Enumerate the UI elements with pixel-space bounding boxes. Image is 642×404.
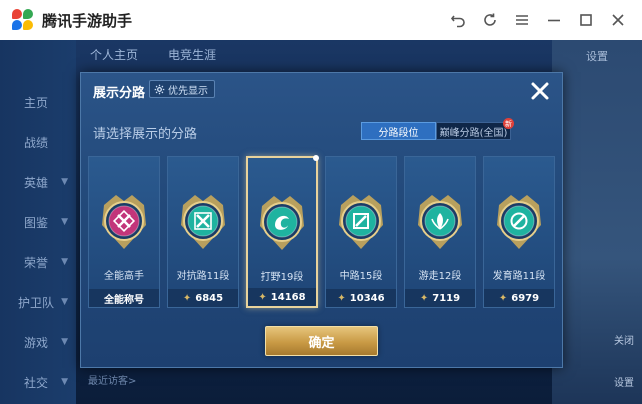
tab-profile[interactable]: 个人主页 xyxy=(90,46,138,63)
nav-label: 社交 xyxy=(24,375,49,390)
nav-label: 荣誉 xyxy=(24,255,49,270)
chevron-down-icon: ▼ xyxy=(61,177,68,187)
refresh-button[interactable] xyxy=(474,4,506,36)
maximize-icon xyxy=(580,14,592,26)
priority-display-button[interactable]: 优先显示 xyxy=(149,80,215,98)
window-titlebar: 腾讯手游助手 xyxy=(0,0,642,40)
chevron-down-icon: ▼ xyxy=(61,217,68,227)
dialog-subtitle: 请选择展示的分路 xyxy=(93,127,198,142)
card-mid-lane[interactable]: 中路15段 ✦ 10346 xyxy=(325,156,397,308)
lane-score: ✦ 14168 xyxy=(248,288,316,306)
rank-star-icon: ✦ xyxy=(258,291,267,303)
close-icon xyxy=(531,82,549,100)
rank-star-icon: ✦ xyxy=(419,292,429,304)
background-visitor-hint: 最近访客> xyxy=(88,376,137,387)
background-setting-label[interactable]: 设置 xyxy=(586,48,608,64)
lane-score-value: 6979 xyxy=(511,292,540,304)
nav-label: 图鉴 xyxy=(24,215,49,230)
lane-role-label: 打野19段 xyxy=(260,272,304,283)
chevron-down-icon: ▼ xyxy=(61,377,68,387)
close-icon xyxy=(612,14,624,26)
menu-button[interactable] xyxy=(506,4,538,36)
farm-lane-emblem-icon xyxy=(492,191,546,255)
background-right-panel xyxy=(552,40,642,404)
card-farm-lane[interactable]: 发育路11段 ✦ 6979 xyxy=(483,156,555,308)
lane-score: ✦ 7119 xyxy=(405,289,475,307)
lane-score-value: 7119 xyxy=(432,292,461,304)
lane-score: ✦ 6979 xyxy=(484,289,554,307)
nav-item-home[interactable]: 主页 xyxy=(0,82,76,122)
selected-corner-marker xyxy=(313,155,319,161)
back-icon xyxy=(450,15,465,28)
maximize-button[interactable] xyxy=(570,4,602,36)
menu-icon xyxy=(516,15,528,25)
card-clash-lane[interactable]: 对抗路11段 ✦ 6845 xyxy=(167,156,239,308)
nav-item-record[interactable]: 战绩 xyxy=(0,122,76,162)
all-round-emblem-icon xyxy=(97,191,151,255)
lane-role-label: 全能高手 xyxy=(104,271,144,282)
tab-esports[interactable]: 电竞生涯 xyxy=(168,46,216,63)
refresh-icon xyxy=(484,13,496,26)
priority-display-label: 优先显示 xyxy=(168,85,208,97)
card-jungle[interactable]: 打野19段 ✦ 14168 xyxy=(246,155,319,308)
chevron-down-icon: ▼ xyxy=(61,257,68,267)
back-button[interactable] xyxy=(442,4,474,36)
gear-icon xyxy=(154,84,165,94)
mid-lane-emblem-icon xyxy=(334,191,388,255)
lane-type-switch: 分路段位 巅峰分路(全国) 新 xyxy=(361,118,514,140)
chevron-down-icon: ▼ xyxy=(61,337,68,347)
nav-label: 护卫队 xyxy=(18,295,55,310)
lane-display-dialog: 展示分路 优先显示 请选择展示的分路 分路段位 巅峰分路(全国) 新 全能高手全… xyxy=(80,72,563,368)
nav-label: 游戏 xyxy=(24,335,49,350)
rank-star-icon: ✦ xyxy=(182,292,192,304)
lane-role-label: 发育路11段 xyxy=(492,271,546,282)
lane-score: ✦ 10346 xyxy=(326,289,396,307)
background-top-tabs: 个人主页 电竞生涯 xyxy=(90,46,216,63)
roam-emblem-icon xyxy=(413,191,467,255)
nav-label: 主页 xyxy=(24,95,49,110)
nav-item-atlas[interactable]: 图鉴 ▼ xyxy=(0,202,76,242)
minimize-button[interactable] xyxy=(538,4,570,36)
nav-item-honor[interactable]: 荣誉 ▼ xyxy=(0,242,76,282)
background-right-label[interactable]: 关闭 xyxy=(614,332,634,347)
nav-item-guard[interactable]: 护卫队 ▼ xyxy=(0,282,76,322)
lane-role-label: 对抗路11段 xyxy=(176,271,230,282)
nav-item-game[interactable]: 游戏 ▼ xyxy=(0,322,76,362)
lane-role-label: 游走12段 xyxy=(418,271,462,282)
lane-role-label: 中路15段 xyxy=(339,271,383,282)
lane-score: 全能称号 xyxy=(89,289,159,307)
tab-peak-lane[interactable]: 巅峰分路(全国) 新 xyxy=(436,118,514,140)
card-all-round[interactable]: 全能高手 全能称号 xyxy=(88,156,160,308)
lane-score-value: 全能称号 xyxy=(104,294,144,306)
lane-card-list: 全能高手 全能称号 对抗路11段 ✦ 6845 打野19段 ✦ 14168 中路15段 ✦ 1034… xyxy=(88,155,555,308)
chevron-down-icon: ▼ xyxy=(61,297,68,307)
tab-lane-rank[interactable]: 分路段位 xyxy=(361,122,436,140)
dialog-title: 展示分路 xyxy=(93,86,146,101)
background-right-label[interactable]: 设置 xyxy=(614,374,634,389)
minimize-icon xyxy=(548,19,560,22)
nav-label: 战绩 xyxy=(24,135,49,150)
close-window-button[interactable] xyxy=(602,4,634,36)
tab-peak-lane-label: 巅峰分路(全国) xyxy=(439,127,508,139)
dialog-close-button[interactable] xyxy=(528,79,552,103)
card-roam[interactable]: 游走12段 ✦ 7119 xyxy=(404,156,476,308)
lane-score: ✦ 6845 xyxy=(168,289,238,307)
window-title: 腾讯手游助手 xyxy=(42,11,133,30)
new-badge-icon: 新 xyxy=(503,118,514,129)
jungle-emblem-icon xyxy=(255,192,309,256)
rank-star-icon: ✦ xyxy=(498,292,508,304)
lane-score-value: 10346 xyxy=(349,292,385,304)
rank-star-icon: ✦ xyxy=(337,292,346,304)
lane-score-value: 14168 xyxy=(270,291,306,303)
app-logo-icon xyxy=(12,9,34,31)
background-left-nav: 主页 战绩 英雄 ▼ 图鉴 ▼ 荣誉 ▼ 护卫队 ▼ 游戏 ▼ 社交 ▼ xyxy=(0,40,76,404)
nav-label: 英雄 xyxy=(24,175,49,190)
confirm-button[interactable]: 确定 xyxy=(265,326,378,356)
nav-item-social[interactable]: 社交 ▼ xyxy=(0,362,76,402)
clash-lane-emblem-icon xyxy=(176,191,230,255)
nav-item-hero[interactable]: 英雄 ▼ xyxy=(0,162,76,202)
lane-score-value: 6845 xyxy=(195,292,224,304)
